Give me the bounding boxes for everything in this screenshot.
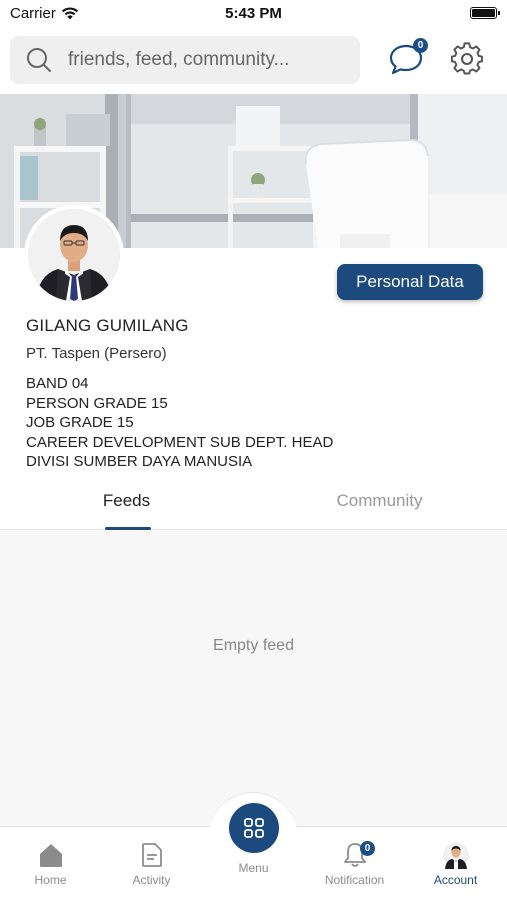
search-icon: [27, 48, 51, 72]
document-icon: [141, 843, 162, 867]
notification-badge: 0: [360, 841, 375, 856]
chat-badge: 0: [413, 38, 428, 53]
search-bar[interactable]: [10, 36, 360, 84]
detail-position: CAREER DEVELOPMENT SUB DEPT. HEAD: [26, 433, 334, 451]
grid-icon: [244, 818, 264, 838]
nav-account[interactable]: Account: [405, 827, 506, 900]
detail-division: DIVISI SUMBER DAYA MANUSIA: [26, 453, 253, 470]
empty-feed-message: Empty feed: [213, 637, 294, 654]
personal-data-button[interactable]: Personal Data: [337, 264, 483, 300]
nav-home[interactable]: Home: [0, 827, 101, 900]
active-tab-indicator: [105, 527, 151, 530]
detail-person-grade: PERSON GRADE 15: [26, 394, 168, 412]
nav-activity[interactable]: Activity: [101, 827, 202, 900]
chat-button[interactable]: 0: [388, 38, 428, 78]
tab-feeds[interactable]: Feeds: [0, 478, 253, 530]
profile-avatar[interactable]: [24, 205, 124, 305]
menu-button[interactable]: [229, 803, 279, 853]
feed-list[interactable]: Empty feed: [0, 531, 507, 827]
nav-account-label: Account: [433, 873, 478, 887]
detail-band: BAND 04: [26, 375, 89, 392]
nav-home-label: Home: [34, 873, 67, 887]
search-input[interactable]: [68, 49, 348, 71]
battery-icon: [470, 7, 500, 19]
profile-details: BAND 04 PERSON GRADE 15 JOB GRADE 15 CAR…: [26, 374, 486, 472]
profile-info: GILANG GUMILANG PT. Taspen (Persero) BAN…: [26, 316, 486, 472]
profile-tabs: Feeds Community: [0, 478, 507, 530]
settings-button[interactable]: [450, 42, 486, 78]
profile-name: GILANG GUMILANG: [26, 316, 189, 335]
nav-menu-label: Menu: [238, 861, 269, 875]
person-photo: [28, 209, 120, 301]
profile-company: PT. Taspen (Persero): [26, 345, 167, 362]
gear-icon: [450, 42, 483, 75]
nav-notification-label: Notification: [324, 873, 385, 887]
account-avatar-icon: [442, 842, 469, 869]
nav-notification[interactable]: 0 Notification: [304, 827, 405, 900]
detail-job-grade: JOB GRADE 15: [26, 414, 134, 431]
top-header: 0: [0, 28, 507, 94]
tab-community[interactable]: Community: [253, 478, 506, 530]
status-bar: Carrier 5:43 PM: [0, 0, 507, 28]
nav-activity-label: Activity: [132, 873, 171, 887]
status-time: 5:43 PM: [225, 5, 282, 22]
home-icon: [39, 844, 62, 867]
